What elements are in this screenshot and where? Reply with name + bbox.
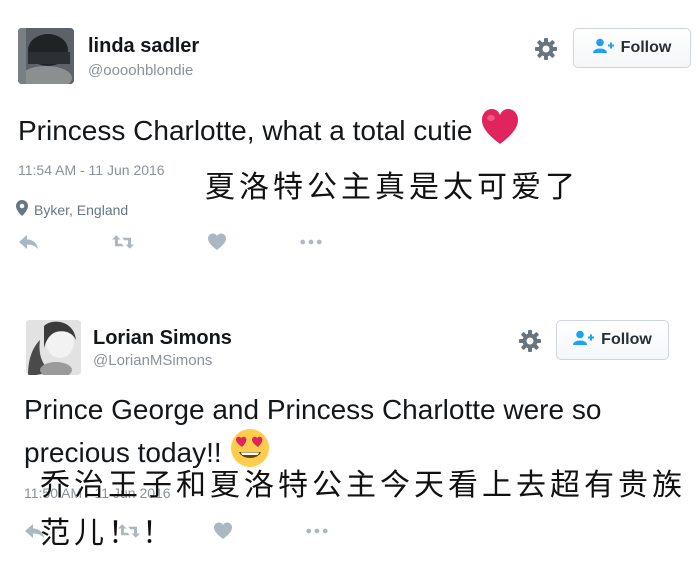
tweet-text: Princess Charlotte, what a total cutie bbox=[18, 108, 520, 155]
avatar[interactable] bbox=[18, 28, 74, 84]
chinese-caption-2: 乔治王子和夏洛特公主今天看上去超有贵族范儿！！ bbox=[40, 468, 686, 551]
follow-label: Follow bbox=[620, 39, 672, 56]
retweet-icon[interactable] bbox=[112, 231, 134, 253]
tweet-actions bbox=[18, 231, 322, 253]
user-handle[interactable]: @oooohblondie bbox=[88, 62, 193, 79]
gear-icon[interactable] bbox=[518, 329, 542, 353]
follow-user-icon bbox=[573, 330, 595, 351]
reply-icon[interactable] bbox=[18, 231, 40, 253]
location-label: Byker, England bbox=[34, 201, 129, 218]
tweet-text-content: Prince George and Princess Charlotte wer… bbox=[24, 394, 602, 468]
more-icon[interactable] bbox=[300, 231, 322, 253]
follow-label: Follow bbox=[601, 331, 652, 348]
display-name[interactable]: linda sadler bbox=[88, 35, 199, 58]
follow-button[interactable]: Follow bbox=[573, 28, 691, 68]
tweet-text-content: Princess Charlotte, what a total cutie bbox=[18, 115, 473, 146]
tweet-1: linda sadler @oooohblondie Follow Prince… bbox=[0, 0, 700, 280]
follow-user-icon bbox=[592, 38, 615, 59]
chinese-caption-1: 夏洛特公主真是太可爱了 bbox=[205, 170, 579, 205]
timestamp[interactable]: 11:54 AM - 11 Jun 2016 bbox=[18, 162, 165, 178]
heart-emoji-icon bbox=[480, 108, 520, 155]
location[interactable]: Byker, England bbox=[16, 200, 128, 219]
like-icon[interactable] bbox=[206, 231, 228, 253]
gear-icon[interactable] bbox=[534, 37, 558, 61]
location-pin-icon bbox=[16, 200, 28, 219]
avatar[interactable] bbox=[26, 320, 81, 375]
display-name[interactable]: Lorian Simons bbox=[93, 327, 232, 350]
user-handle[interactable]: @LorianMSimons bbox=[93, 352, 212, 369]
follow-button[interactable]: Follow bbox=[556, 320, 669, 360]
